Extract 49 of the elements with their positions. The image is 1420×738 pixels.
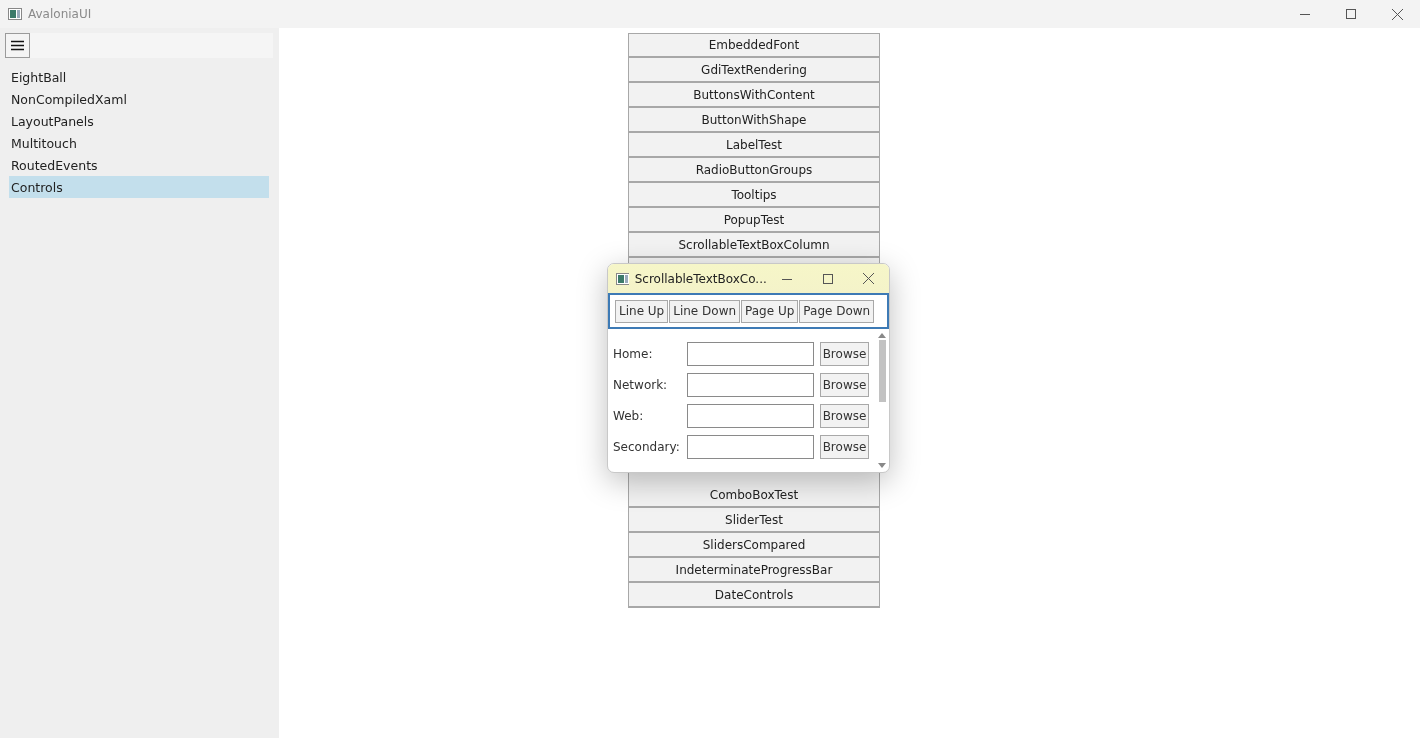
input-field[interactable] xyxy=(687,404,814,428)
list-button[interactable]: ComboBoxTest xyxy=(628,483,880,508)
field-label: Home: xyxy=(613,347,654,361)
browse-button[interactable]: Browse xyxy=(820,404,869,428)
popup-title: ScrollableTextBoxCo... xyxy=(634,271,767,286)
list-button[interactable]: ButtonWithShape xyxy=(628,108,880,133)
browse-button[interactable]: Browse xyxy=(820,435,869,459)
list-button[interactable]: ScrollableTextBoxColumn xyxy=(628,233,880,258)
sidebar-item[interactable]: NonCompiledXaml xyxy=(9,88,269,110)
window-title: AvaloniaUI xyxy=(28,7,92,21)
sidebar-item[interactable]: RoutedEvents xyxy=(9,154,269,176)
close-icon xyxy=(1391,8,1403,20)
close-icon xyxy=(863,273,875,284)
list-button[interactable]: IndeterminateProgressBar xyxy=(628,558,880,583)
field-label: Network: xyxy=(613,378,669,392)
list-button[interactable]: DateControls xyxy=(628,583,880,608)
field-label: Web: xyxy=(613,409,645,423)
sidebar-item[interactable]: Controls xyxy=(9,176,269,198)
list-button[interactable]: Tooltips xyxy=(628,183,880,208)
list-button[interactable]: SlidersCompared xyxy=(628,533,880,558)
menu-button[interactable] xyxy=(5,33,30,58)
toolbar-button[interactable]: Page Down xyxy=(799,299,875,323)
maximize-icon xyxy=(822,273,833,284)
maximize-icon xyxy=(1346,9,1356,19)
list-button[interactable]: LabelTest xyxy=(628,133,880,158)
browse-button[interactable]: Browse xyxy=(820,373,869,397)
list-button[interactable]: PopupTest xyxy=(628,208,880,233)
menu-icon xyxy=(11,40,24,51)
input-field[interactable] xyxy=(687,342,814,366)
toolbar-button[interactable]: Line Up xyxy=(615,299,669,323)
list-button[interactable]: GdiTextRendering xyxy=(628,58,880,83)
browse-button[interactable]: Browse xyxy=(820,342,869,366)
input-field[interactable] xyxy=(687,373,814,397)
scroll-down-icon xyxy=(878,463,886,468)
sidebar-item[interactable]: LayoutPanels xyxy=(9,110,269,132)
list-button[interactable]: RadioButtonGroups xyxy=(628,158,880,183)
field-label: Secondary: xyxy=(613,440,681,454)
list-button[interactable]: EmbeddedFont xyxy=(628,33,880,58)
app-icon xyxy=(616,272,629,285)
app-icon xyxy=(8,8,22,20)
scroll-up-icon xyxy=(878,333,886,338)
scrollbar-thumb[interactable] xyxy=(878,340,886,402)
sidebar-item[interactable]: EightBall xyxy=(9,66,269,88)
input-field[interactable] xyxy=(687,435,814,459)
toolbar-button[interactable]: Page Up xyxy=(741,299,799,323)
list-button[interactable]: SliderTest xyxy=(628,508,880,533)
sidebar-item[interactable]: Multitouch xyxy=(9,132,269,154)
list-button[interactable]: ButtonsWithContent xyxy=(628,83,880,108)
toolbar-button[interactable]: Line Down xyxy=(669,299,741,323)
